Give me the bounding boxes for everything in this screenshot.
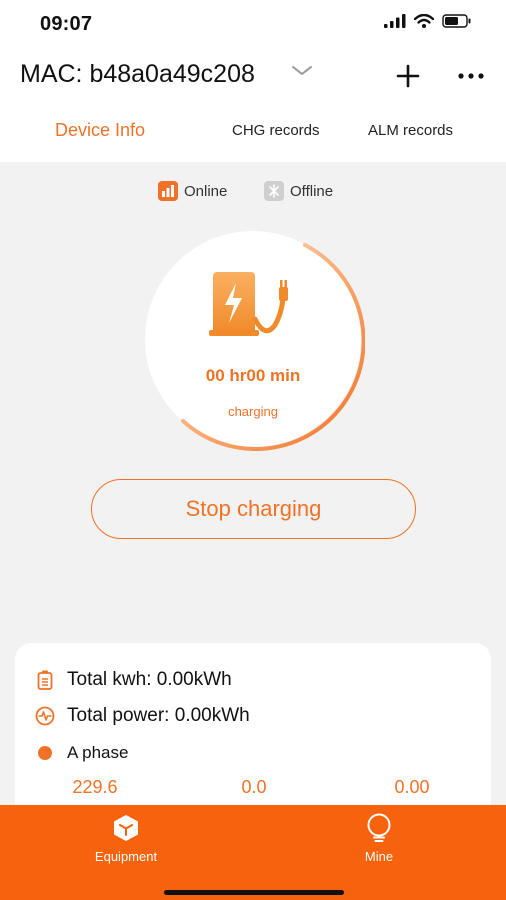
wifi-icon [414, 14, 434, 28]
total-kwh-row: Total kwh: 0.00kWh [35, 669, 232, 691]
tab-equipment-label: Equipment [94, 849, 158, 864]
charge-duration: 00 hr00 min [205, 366, 301, 385]
stop-charging-button[interactable]: Stop charging [91, 479, 416, 539]
chevron-down-icon[interactable] [290, 64, 314, 78]
phase-row: A phase [35, 743, 128, 763]
tab-bar-top: Device Info CHG records ALM records [0, 118, 506, 154]
device-title[interactable]: MAC: b48a0a49c208 [20, 60, 255, 89]
status-legend: Online Offline [0, 181, 506, 205]
more-dots-icon[interactable] [456, 64, 486, 88]
cube-icon [111, 813, 141, 843]
status-icons [384, 14, 472, 28]
tab-equipment[interactable]: Equipment [66, 813, 186, 864]
home-indicator[interactable] [164, 890, 344, 895]
legend-offline: Offline [264, 181, 333, 201]
status-bar: 09:07 [0, 0, 506, 48]
legend-online: Online [158, 181, 227, 201]
online-icon [158, 181, 178, 201]
phase-value-voltage: 229.6 [72, 777, 118, 797]
tab-alm-records[interactable]: ALM records [368, 122, 453, 139]
signal-icon [384, 14, 406, 28]
lightbulb-icon [364, 813, 394, 843]
header: MAC: b48a0a49c208 [0, 56, 506, 98]
status-time: 09:07 [40, 13, 93, 35]
battery-outline-icon [35, 670, 55, 690]
tab-chg-records[interactable]: CHG records [232, 122, 320, 139]
total-power-row: Total power: 0.00kWh [35, 705, 250, 727]
phase-label: A phase [67, 743, 129, 762]
bottom-tab-bar: Equipment Mine [0, 805, 506, 900]
phase-dot-icon [38, 746, 52, 760]
offline-label: Offline [290, 182, 334, 200]
phase-value-current: 0.0 [241, 777, 267, 797]
offline-icon [264, 181, 284, 201]
online-label: Online [184, 182, 228, 200]
power-pulse-icon [35, 706, 55, 726]
charge-state: charging [228, 404, 278, 419]
tab-device-info[interactable]: Device Info [55, 120, 145, 141]
total-kwh-text: Total kwh: 0.00kWh [67, 669, 232, 690]
phase-value-power: 0.00 [394, 777, 430, 797]
tab-mine-label: Mine [364, 849, 394, 864]
total-power-text: Total power: 0.00kWh [67, 705, 250, 726]
plus-icon[interactable] [394, 62, 422, 90]
top-panel: 09:07 MAC: b48a0a49c208 Device Info CHG … [0, 0, 506, 162]
battery-icon [442, 14, 471, 28]
tab-mine[interactable]: Mine [319, 813, 439, 864]
